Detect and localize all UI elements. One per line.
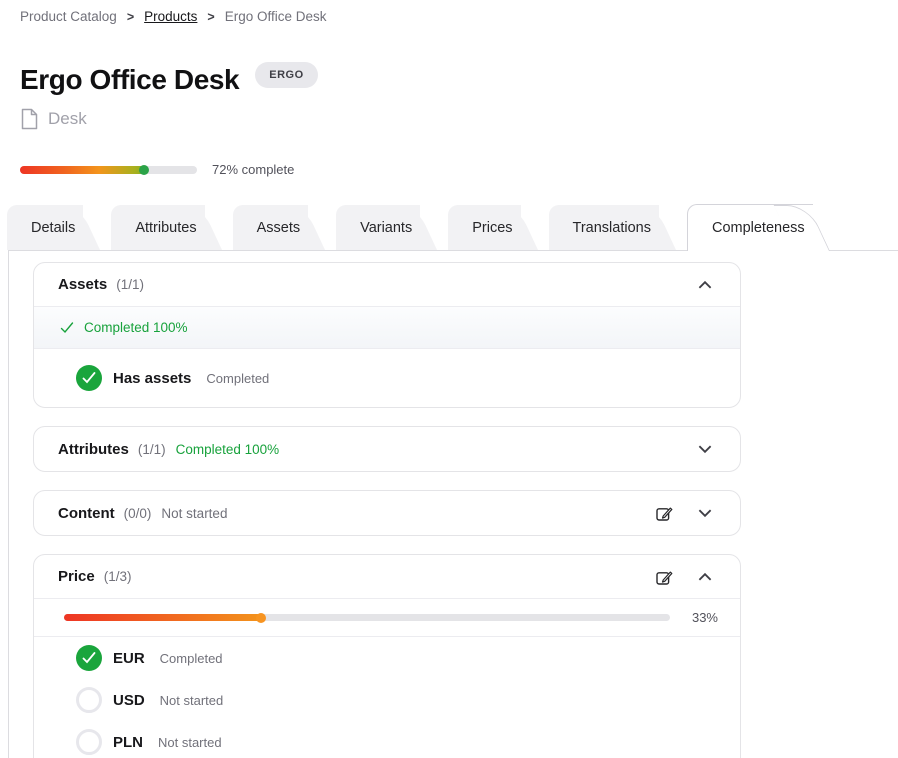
section-assets: Assets (1/1) Completed 100% Has assets C…	[33, 262, 741, 408]
section-summary-label: Completed 100%	[84, 320, 188, 335]
edit-icon[interactable]	[654, 503, 674, 523]
tab-completeness[interactable]: Completeness	[687, 204, 813, 251]
section-price: Price (1/3) 33%	[33, 554, 741, 758]
item-status: Completed	[206, 371, 269, 386]
section-count: (1/3)	[104, 569, 132, 584]
section-count: (1/1)	[116, 277, 144, 292]
overall-progress-bar	[20, 166, 197, 174]
item-label: USD	[113, 692, 145, 709]
price-progress-fill	[64, 614, 264, 621]
chevron-down-icon[interactable]	[696, 440, 714, 458]
edit-icon[interactable]	[654, 567, 674, 587]
section-status: Not started	[161, 506, 227, 521]
completeness-panel: Assets (1/1) Completed 100% Has assets C…	[8, 250, 898, 758]
item-status: Not started	[160, 693, 224, 708]
price-progress-label: 33%	[682, 610, 718, 625]
chevron-up-icon[interactable]	[696, 276, 714, 294]
item-label: PLN	[113, 734, 143, 751]
chevron-up-icon[interactable]	[696, 568, 714, 586]
check-circle-icon	[76, 365, 102, 391]
overall-progress-fill	[20, 166, 147, 174]
tab-translations[interactable]: Translations	[549, 205, 659, 250]
page-title: Ergo Office Desk	[20, 64, 239, 96]
page-header: Ergo Office Desk ERGO	[20, 64, 898, 96]
section-title: Assets	[58, 276, 107, 293]
price-progress-row: 33%	[34, 599, 740, 637]
section-title: Content	[58, 505, 115, 522]
family-row: Desk	[20, 108, 898, 130]
section-title: Attributes	[58, 441, 129, 458]
family-label: Desk	[48, 109, 87, 129]
price-item-eur: EUR Completed	[34, 637, 740, 679]
breadcrumb-item-current: Ergo Office Desk	[225, 9, 327, 24]
section-content-header[interactable]: Content (0/0) Not started	[34, 491, 740, 535]
family-badge: ERGO	[255, 62, 317, 88]
section-price-header[interactable]: Price (1/3)	[34, 555, 740, 599]
tab-details[interactable]: Details	[7, 205, 83, 250]
tab-variants[interactable]: Variants	[336, 205, 420, 250]
overall-progress-label: 72% complete	[212, 162, 294, 177]
section-attributes: Attributes (1/1) Completed 100%	[33, 426, 741, 472]
section-assets-summary: Completed 100%	[34, 307, 740, 349]
price-progress-bar	[64, 614, 670, 621]
section-status: Completed 100%	[176, 442, 280, 457]
assets-item-has-assets: Has assets Completed	[34, 349, 740, 407]
check-circle-icon	[76, 645, 102, 671]
item-status: Completed	[160, 651, 223, 666]
check-icon	[60, 322, 74, 334]
tab-assets[interactable]: Assets	[233, 205, 309, 250]
breadcrumb-item-product-catalog[interactable]: Product Catalog	[20, 9, 117, 24]
tab-attributes[interactable]: Attributes	[111, 205, 204, 250]
circle-outline-icon	[76, 687, 102, 713]
section-attributes-header[interactable]: Attributes (1/1) Completed 100%	[34, 427, 740, 471]
breadcrumb: Product Catalog > Products > Ergo Office…	[0, 0, 898, 24]
breadcrumb-separator: >	[127, 10, 134, 24]
section-title: Price	[58, 568, 95, 585]
price-item-usd: USD Not started	[34, 679, 740, 721]
price-item-pln: PLN Not started	[34, 721, 740, 758]
breadcrumb-item-products[interactable]: Products	[144, 9, 197, 24]
tab-prices[interactable]: Prices	[448, 205, 520, 250]
chevron-down-icon[interactable]	[696, 504, 714, 522]
circle-outline-icon	[76, 729, 102, 755]
price-items: EUR Completed USD Not started PLN Not st…	[34, 637, 740, 758]
section-count: (1/1)	[138, 442, 166, 457]
item-status: Not started	[158, 735, 222, 750]
section-count: (0/0)	[124, 506, 152, 521]
item-label: EUR	[113, 650, 145, 667]
overall-progress: 72% complete	[20, 162, 898, 177]
section-content: Content (0/0) Not started	[33, 490, 741, 536]
tab-bar: Details Attributes Assets Variants Price…	[0, 204, 898, 250]
section-assets-header[interactable]: Assets (1/1)	[34, 263, 740, 307]
file-icon	[20, 108, 39, 130]
item-label: Has assets	[113, 370, 191, 387]
breadcrumb-separator: >	[207, 10, 214, 24]
